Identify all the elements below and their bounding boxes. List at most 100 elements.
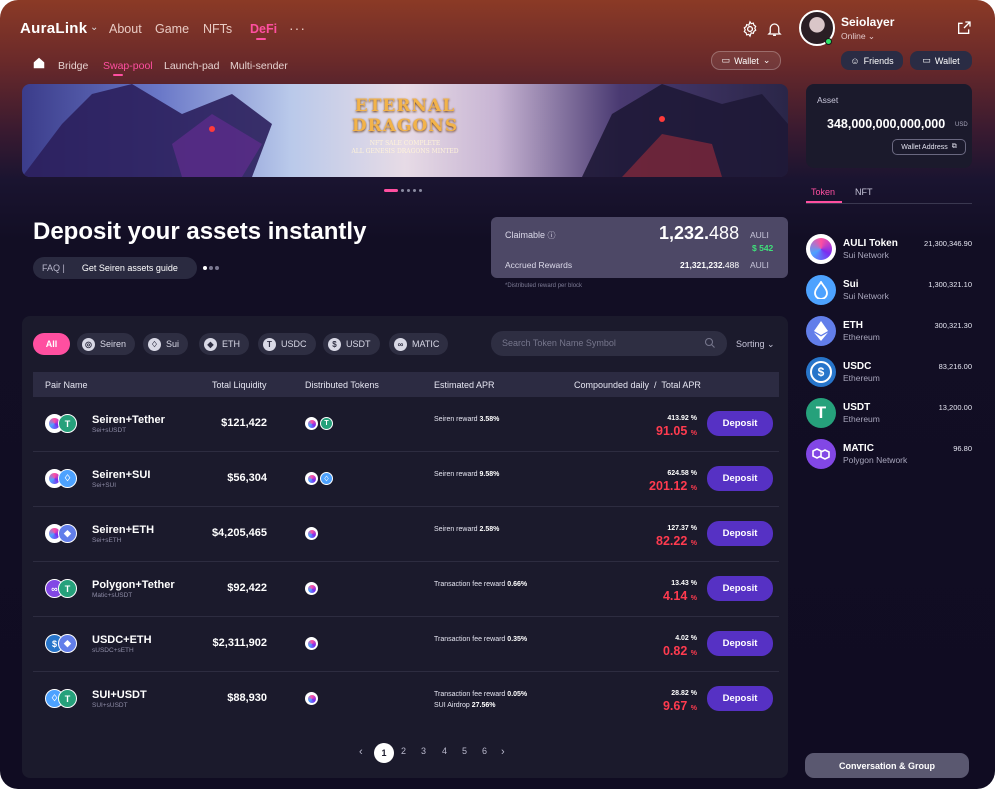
compounded-apr: 624.58 %	[667, 470, 697, 477]
nav-link-about[interactable]: About	[109, 22, 142, 36]
prev-page-icon[interactable]: ‹	[359, 746, 363, 758]
header-compounded-total-apr[interactable]: Compounded daily / Total APR	[574, 380, 701, 390]
header-estimated-apr[interactable]: Estimated APR	[434, 380, 495, 390]
bell-icon[interactable]	[766, 20, 783, 38]
filter-chip-matic[interactable]: ∞ MATIC	[389, 333, 449, 355]
token-row-usdc[interactable]: $ USDC Ethereum 83,216.00	[806, 352, 972, 392]
percent-sign: %	[690, 690, 697, 697]
subnav-swap-pool[interactable]: Swap-pool	[103, 60, 153, 72]
nav-active-indicator	[256, 38, 266, 40]
search-input[interactable]: Search Token Name Symbol	[491, 331, 727, 356]
token-row-eth[interactable]: ETH Ethereum 300,321.30	[806, 311, 972, 351]
username: Seiolayer	[841, 15, 895, 29]
subnav-launch-pad[interactable]: Launch-pad	[164, 60, 219, 72]
next-page-icon[interactable]: ›	[501, 746, 505, 758]
subnav-multi-sender[interactable]: Multi-sender	[230, 60, 288, 72]
faq-carousel-dots[interactable]	[203, 266, 219, 270]
page-4[interactable]: 4	[442, 746, 447, 756]
total-apr: 91.05 %	[656, 424, 697, 438]
header-pair-name[interactable]: Pair Name	[45, 380, 88, 390]
sui-icon: ♢	[320, 472, 333, 485]
page-5[interactable]: 5	[462, 746, 467, 756]
percent-sign: %	[690, 635, 697, 642]
conversation-group-button[interactable]: Conversation & Group	[805, 753, 969, 778]
deposit-button[interactable]: Deposit	[707, 686, 773, 711]
user-status[interactable]: Online ⌄	[841, 31, 875, 42]
auralink-logo[interactable]: AuraLink	[20, 20, 87, 37]
filter-chip-seiren[interactable]: ◎ Seiren	[77, 333, 136, 355]
chevron-down-icon[interactable]: ⌄	[90, 22, 98, 33]
chevron-down-icon: ⌄	[767, 339, 775, 349]
carousel-dots[interactable]	[384, 189, 422, 192]
page-3[interactable]: 3	[421, 746, 426, 756]
table-header: Pair Name Total Liquidity Distributed To…	[33, 372, 779, 397]
deposit-button[interactable]: Deposit	[707, 631, 773, 656]
carousel-dot[interactable]	[401, 189, 404, 192]
wallet-address-button[interactable]: Wallet Address ⧉	[892, 139, 966, 155]
carousel-dot[interactable]	[407, 189, 410, 192]
page-1[interactable]: 1	[374, 743, 394, 763]
tab-nft[interactable]: NFT	[855, 187, 873, 197]
filter-chip-usdt[interactable]: $ USDT	[323, 333, 380, 355]
filter-chip-usdc[interactable]: T USDC	[258, 333, 316, 355]
compounded-apr: 4.02 %	[675, 635, 697, 642]
reward-note: *Distributed reward per block	[505, 283, 583, 289]
friends-button[interactable]: ☺ Friends	[841, 51, 903, 70]
percent-sign: %	[690, 650, 697, 657]
filter-chip-all[interactable]: All	[33, 333, 70, 355]
faq-link[interactable]: Get Seiren assets guide	[82, 263, 178, 273]
promo-banner[interactable]: ETERNAL DRAGONS NFT SALE COMPLETE ALL GE…	[22, 84, 788, 177]
carousel-dot[interactable]	[419, 189, 422, 192]
total-liquidity: $4,205,465	[211, 527, 267, 539]
token-row-sui[interactable]: Sui Sui Network 1,300,321.10	[806, 270, 972, 310]
token-network: Ethereum	[843, 414, 880, 424]
wallet-button[interactable]: ▭ Wallet	[910, 51, 972, 70]
search-icon[interactable]	[704, 337, 716, 349]
sorting-dropdown[interactable]: Sorting ⌄	[736, 339, 775, 350]
claimable-usd: $ 542	[752, 243, 774, 253]
deposit-button[interactable]: Deposit	[707, 521, 773, 546]
header-total-liquidity[interactable]: Total Liquidity	[212, 380, 267, 390]
more-icon[interactable]: ···	[289, 20, 306, 36]
table-row: $ ◆ USDC+ETH sUSDC+sETH $2,311,902 Trans…	[33, 617, 779, 672]
tab-token[interactable]: Token	[811, 187, 835, 197]
deposit-button[interactable]: Deposit	[707, 576, 773, 601]
token-row-matic[interactable]: MATIC Polygon Network 96.80	[806, 434, 972, 474]
table-row: ♢ T SUI+USDT SUI+sUSDT $88,930 Transacti…	[33, 672, 779, 727]
page-2[interactable]: 2	[401, 746, 406, 756]
filter-chip-sui[interactable]: ♢ Sui	[143, 333, 189, 355]
header-distributed-tokens[interactable]: Distributed Tokens	[305, 380, 379, 390]
nav-link-nfts[interactable]: NFTs	[203, 22, 232, 36]
external-link-icon[interactable]	[956, 20, 972, 36]
total-value: 0.82	[662, 644, 688, 658]
token-name: USDC	[843, 361, 872, 372]
pair-sub: Sei+sUSDT	[92, 427, 127, 434]
app-window: AuraLink ⌄ About Game NFTs DeFi ··· Seio…	[0, 0, 995, 789]
gear-icon[interactable]	[741, 20, 759, 38]
deposit-button[interactable]: Deposit	[707, 411, 773, 436]
usdt-icon: T	[263, 337, 276, 351]
token-row-usdt[interactable]: T USDT Ethereum 13,200.00	[806, 393, 972, 433]
accrued-dec: 488	[724, 260, 740, 270]
wallet-label: Wallet	[934, 55, 960, 66]
wallet-dropdown[interactable]: ▭ Wallet ⌄	[711, 51, 781, 70]
pair-sub: Sei+sETH	[92, 537, 122, 544]
distributed-tokens: ♢	[305, 472, 333, 485]
seiren-icon	[305, 692, 318, 705]
faq-bar[interactable]: FAQ | Get Seiren assets guide	[33, 257, 197, 279]
carousel-dot[interactable]	[384, 189, 398, 192]
percent-sign: %	[690, 540, 697, 547]
deposit-button[interactable]: Deposit	[707, 466, 773, 491]
nav-link-defi[interactable]: DeFi	[250, 22, 277, 36]
page-6[interactable]: 6	[482, 746, 487, 756]
home-icon[interactable]	[32, 56, 46, 70]
token-row-auli[interactable]: AULI Token Sui Network 21,300,346.90	[806, 229, 972, 269]
subnav-bridge[interactable]: Bridge	[58, 60, 88, 72]
compounded-value: 127.37	[667, 525, 689, 532]
carousel-dot[interactable]	[413, 189, 416, 192]
nav-link-game[interactable]: Game	[155, 22, 189, 36]
apr-value: 0.66%	[507, 581, 528, 588]
token-balance: 83,216.00	[938, 362, 972, 371]
info-icon[interactable]: ⓘ	[548, 231, 556, 240]
filter-chip-eth[interactable]: ◆ ETH	[199, 333, 249, 355]
